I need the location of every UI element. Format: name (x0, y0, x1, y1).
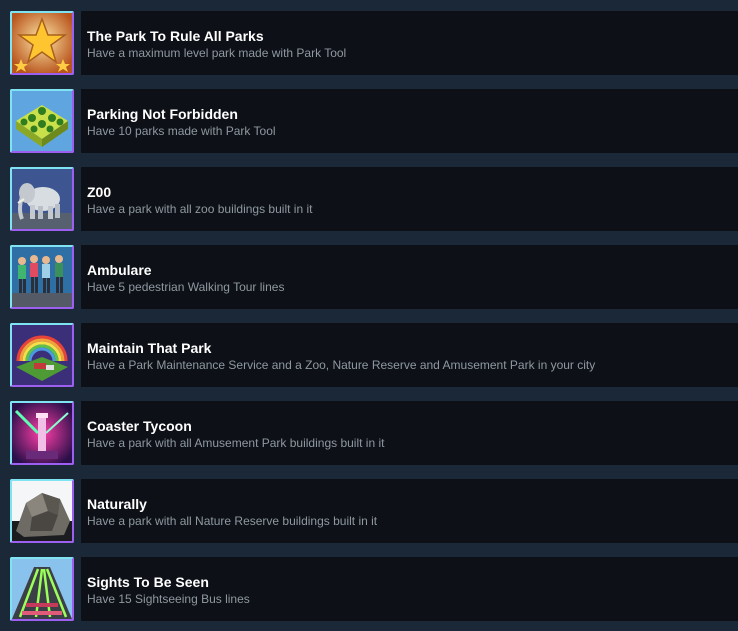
achievement-row[interactable]: Parking Not Forbidden Have 10 parks made… (0, 78, 738, 156)
achievement-description: Have 10 parks made with Park Tool (87, 124, 276, 138)
achievement-description: Have a Park Maintenance Service and a Zo… (87, 358, 596, 372)
achievement-row[interactable]: Maintain That Park Have a Park Maintenan… (0, 312, 738, 390)
coaster-tower-icon (10, 401, 74, 465)
walkers-icon (10, 245, 74, 309)
bus-lines-icon (10, 557, 74, 621)
achievement-row[interactable]: Z00 Have a park with all zoo buildings b… (0, 156, 738, 234)
achievement-row[interactable]: Coaster Tycoon Have a park with all Amus… (0, 390, 738, 468)
achievement-description: Have 15 Sightseeing Bus lines (87, 592, 250, 606)
achievement-title: The Park To Rule All Parks (87, 28, 264, 44)
gold-star-icon (10, 11, 74, 75)
achievement-title: Coaster Tycoon (87, 418, 192, 434)
achievement-title: Sights To Be Seen (87, 574, 209, 590)
achievement-title: Naturally (87, 496, 147, 512)
achievement-row[interactable]: Sights To Be Seen Have 15 Sightseeing Bu… (0, 546, 738, 624)
achievement-row[interactable]: The Park To Rule All Parks Have a maximu… (0, 0, 738, 78)
achievement-title: Z00 (87, 184, 112, 200)
row-background (81, 479, 738, 543)
elephant-icon (10, 167, 74, 231)
park-grid-icon (10, 89, 74, 153)
achievement-title: Parking Not Forbidden (87, 106, 238, 122)
achievement-row[interactable]: Naturally Have a park with all Nature Re… (0, 468, 738, 546)
achievement-description: Have 5 pedestrian Walking Tour lines (87, 280, 285, 294)
row-background (81, 167, 738, 231)
achievement-list: The Park To Rule All Parks Have a maximu… (0, 0, 738, 631)
rainbow-park-icon (10, 323, 74, 387)
row-background (81, 245, 738, 309)
achievement-title: Ambulare (87, 262, 152, 278)
achievement-title: Maintain That Park (87, 340, 212, 356)
achievement-row[interactable]: Ambulare Have 5 pedestrian Walking Tour … (0, 234, 738, 312)
achievement-description: Have a park with all Amusement Park buil… (87, 436, 385, 450)
rock-icon (10, 479, 74, 543)
achievement-description: Have a maximum level park made with Park… (87, 46, 347, 60)
achievement-description: Have a park with all Nature Reserve buil… (87, 514, 378, 528)
achievement-description: Have a park with all zoo buildings built… (87, 202, 313, 216)
